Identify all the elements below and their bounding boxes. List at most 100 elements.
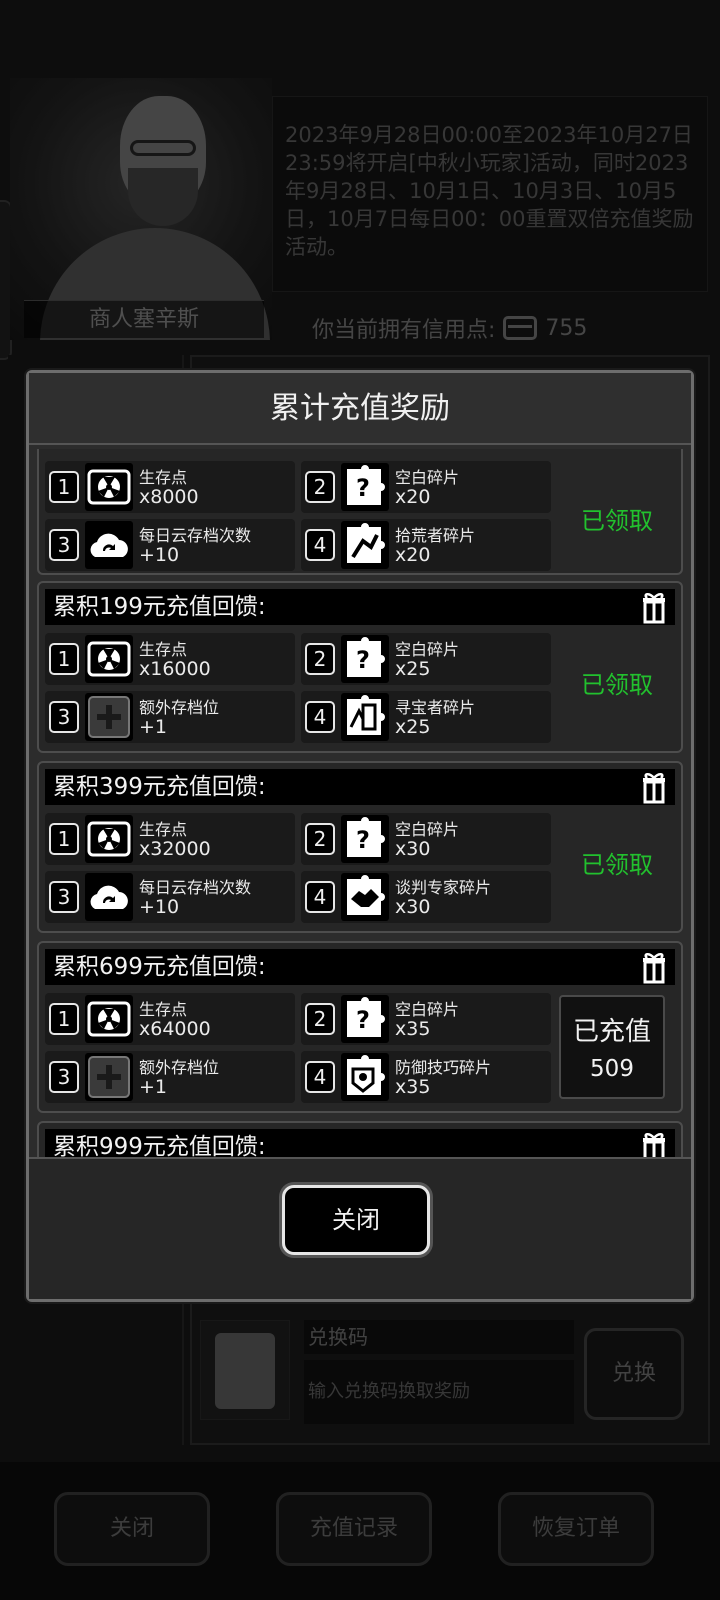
reward-item: 2 ? 空白碎片 x30	[301, 813, 551, 865]
reward-index: 1	[49, 643, 79, 675]
tier-header: 累积699元充值回馈:	[45, 949, 675, 985]
reward-quantity: x32000	[139, 838, 211, 860]
reward-name: 生存点	[139, 468, 188, 487]
negotiator-puzzle-icon	[341, 873, 389, 921]
reward-index: 3	[49, 881, 79, 913]
claimed-status: 已领取	[581, 507, 653, 535]
cloud-sync-icon	[85, 873, 133, 921]
reward-name: 寻宝者碎片	[395, 698, 476, 717]
reward-tier: 累积399元充值回馈: 1 生存点 x32000 2 ? 空白碎片 x30 3 …	[37, 761, 683, 933]
reward-item: 1 生存点 x16000	[45, 633, 295, 685]
reward-item: 4 防御技巧碎片 x35	[301, 1051, 551, 1103]
reward-quantity: x8000	[139, 486, 199, 508]
recharged-amount: 509	[590, 1056, 634, 1082]
reward-index: 2	[305, 471, 335, 503]
reward-index: 4	[305, 701, 335, 733]
reward-tier-list[interactable]: 1 生存点 x8000 2 ? 空白碎片 x20 3 每日云存档次数 +10 4…	[37, 449, 683, 1177]
reward-name: 拾荒者碎片	[395, 526, 476, 545]
reward-name: 防御技巧碎片	[395, 1058, 492, 1077]
scavenger-puzzle-icon	[341, 521, 389, 569]
reward-index: 2	[305, 643, 335, 675]
reward-item: 1 生存点 x8000	[45, 461, 295, 513]
reward-quantity: +10	[139, 896, 180, 918]
reward-quantity: x20	[395, 486, 431, 508]
reward-index: 1	[49, 1003, 79, 1035]
reward-index: 2	[305, 823, 335, 855]
reward-item: 2 ? 空白碎片 x35	[301, 993, 551, 1045]
modal-footer: 关闭	[29, 1157, 691, 1299]
close-button[interactable]: 关闭	[282, 1185, 430, 1255]
svg-text:?: ?	[356, 826, 370, 854]
reward-tier: 1 生存点 x8000 2 ? 空白碎片 x20 3 每日云存档次数 +10 4…	[37, 449, 683, 575]
reward-item: 1 生存点 x32000	[45, 813, 295, 865]
reward-index: 3	[49, 701, 79, 733]
reward-name: 空白碎片	[395, 468, 460, 487]
cloud-sync-icon	[85, 521, 133, 569]
reward-quantity: x35	[395, 1018, 431, 1040]
reward-index: 3	[49, 1061, 79, 1093]
tier-title: 累积199元充值回馈:	[53, 594, 266, 620]
reward-name: 每日云存档次数	[139, 526, 252, 545]
reward-index: 3	[49, 529, 79, 561]
reward-name: 额外存档位	[139, 698, 220, 717]
reward-name: 每日云存档次数	[139, 878, 252, 897]
reward-quantity: +1	[139, 1076, 168, 1098]
tier-header: 累积399元充值回馈:	[45, 769, 675, 805]
plus-slot-icon	[85, 693, 133, 741]
tier-title: 累积399元充值回馈:	[53, 774, 266, 800]
svg-text:?: ?	[356, 1006, 370, 1034]
cumulative-recharge-modal: 累计充值奖励 1 生存点 x8000 2 ? 空白碎片 x20 3 每日云存档次…	[26, 370, 694, 1302]
plus-slot-icon	[85, 1053, 133, 1101]
svg-text:?: ?	[356, 474, 370, 502]
claimed-status: 已领取	[581, 851, 653, 879]
reward-quantity: x30	[395, 838, 431, 860]
question-puzzle-icon: ?	[341, 995, 389, 1043]
reward-index: 1	[49, 471, 79, 503]
question-puzzle-icon: ?	[341, 635, 389, 683]
radiation-icon	[85, 463, 133, 511]
reward-item: 2 ? 空白碎片 x25	[301, 633, 551, 685]
reward-index: 1	[49, 823, 79, 855]
reward-quantity: x35	[395, 1076, 431, 1098]
reward-item: 3 每日云存档次数 +10	[45, 519, 295, 571]
reward-quantity: +1	[139, 716, 168, 738]
reward-item: 4 寻宝者碎片 x25	[301, 691, 551, 743]
reward-item: 2 ? 空白碎片 x20	[301, 461, 551, 513]
reward-name: 空白碎片	[395, 820, 460, 839]
reward-name: 生存点	[139, 640, 188, 659]
reward-index: 4	[305, 529, 335, 561]
modal-title: 累计充值奖励	[29, 373, 691, 445]
reward-name: 生存点	[139, 1000, 188, 1019]
recharged-label: 已充值	[572, 1017, 651, 1047]
reward-item: 4 拾荒者碎片 x20	[301, 519, 551, 571]
treasure-puzzle-icon	[341, 693, 389, 741]
reward-index: 4	[305, 881, 335, 913]
reward-quantity: x20	[395, 544, 431, 566]
svg-text:?: ?	[356, 646, 370, 674]
reward-quantity: x25	[395, 716, 431, 738]
reward-tier: 累积199元充值回馈: 1 生存点 x16000 2 ? 空白碎片 x25 3 …	[37, 581, 683, 753]
tier-header: 累积199元充值回馈:	[45, 589, 675, 625]
reward-quantity: x16000	[139, 658, 211, 680]
reward-item: 1 生存点 x64000	[45, 993, 295, 1045]
reward-quantity: x25	[395, 658, 431, 680]
reward-item: 3 每日云存档次数 +10	[45, 871, 295, 923]
reward-index: 2	[305, 1003, 335, 1035]
radiation-icon	[85, 995, 133, 1043]
gift-icon[interactable]	[637, 590, 671, 624]
reward-name: 额外存档位	[139, 1058, 220, 1077]
tier-title: 累积699元充值回馈:	[53, 954, 266, 980]
radiation-icon	[85, 635, 133, 683]
question-puzzle-icon: ?	[341, 815, 389, 863]
reward-name: 空白碎片	[395, 1000, 460, 1019]
reward-item: 3 额外存档位 +1	[45, 1051, 295, 1103]
reward-name: 生存点	[139, 820, 188, 839]
gift-icon[interactable]	[637, 950, 671, 984]
claimed-status: 已领取	[581, 671, 653, 699]
gift-icon[interactable]	[637, 770, 671, 804]
reward-item: 3 额外存档位 +1	[45, 691, 295, 743]
question-puzzle-icon: ?	[341, 463, 389, 511]
reward-quantity: +10	[139, 544, 180, 566]
reward-quantity: x30	[395, 896, 431, 918]
reward-name: 谈判专家碎片	[395, 878, 492, 897]
